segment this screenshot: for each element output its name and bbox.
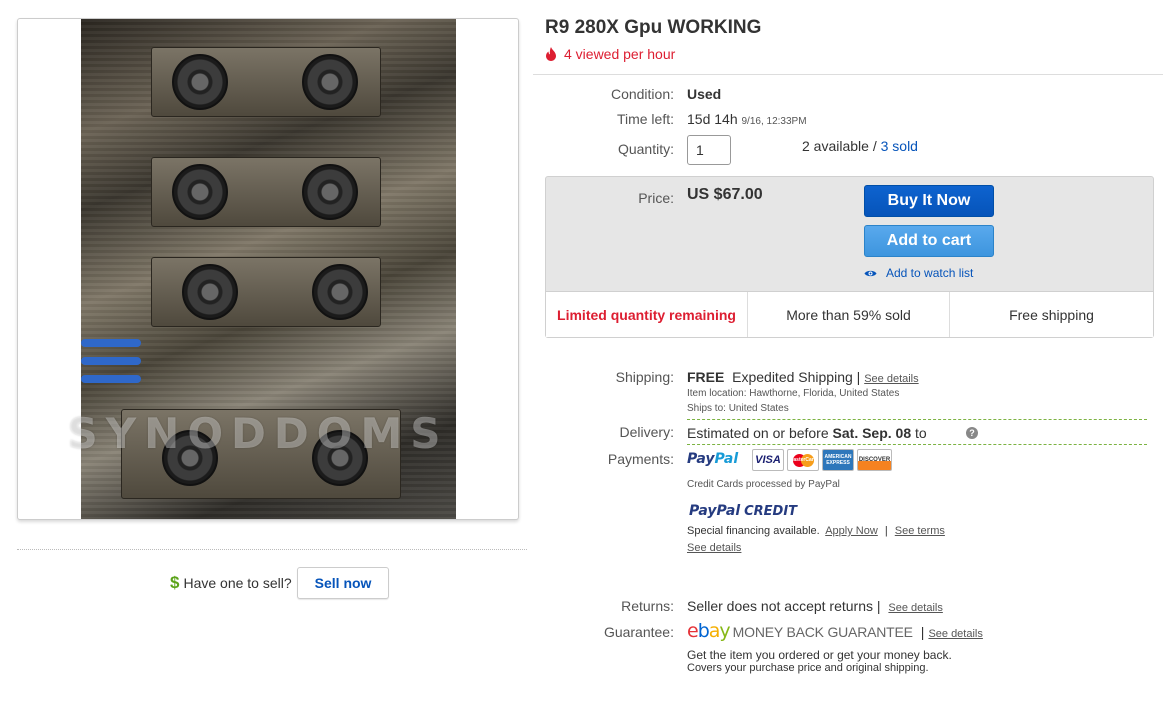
photo-cable (81, 375, 141, 383)
paypal-credit-logo-credit: CREDIT (744, 504, 798, 519)
sell-now-button[interactable]: Sell now (296, 567, 390, 599)
item-image-frame[interactable]: SYNODDOMS (17, 18, 519, 520)
see-terms-link[interactable]: See terms (895, 525, 945, 537)
paypal-logo-pal: Pal (714, 451, 739, 467)
delivery-divider-top (687, 419, 1147, 420)
payments-see-details-link[interactable]: See details (687, 542, 741, 554)
guarantee-bar: | (920, 624, 925, 640)
delivery-to: to (911, 425, 927, 441)
delivery-label: Delivery: (619, 424, 674, 440)
photo-cable (81, 339, 141, 347)
left-divider (17, 549, 527, 550)
guarantee-line-2: Covers your purchase price and original … (687, 662, 929, 674)
right-divider (533, 74, 1163, 75)
time-left-date: 9/16, 12:33PM (741, 116, 807, 127)
delivery-divider-bottom (687, 444, 1147, 445)
condition-label: Condition: (610, 86, 674, 102)
quantity-label: Quantity: (617, 141, 674, 157)
condition-value: Used (687, 86, 722, 102)
financing-bar: | (884, 525, 888, 537)
stat-free-shipping: Free shipping (1009, 306, 1094, 323)
stat-percent-sold: More than 59% sold (748, 292, 950, 337)
ebay-logo-a: a (708, 620, 721, 642)
availability: 2 available / 3 sold (802, 138, 918, 154)
price-value: US $67.00 (687, 186, 763, 203)
visa-card-icon: VISA (752, 449, 784, 471)
photo-fan (302, 54, 358, 110)
time-left-value: 15d 14h (687, 111, 738, 127)
add-to-watch-list-link[interactable]: Add to watch list (864, 266, 973, 280)
watch-label: Add to watch list (886, 266, 974, 280)
returns-see-details-link[interactable]: See details (888, 602, 942, 614)
price-label: Price: (638, 190, 674, 206)
item-location: Item location: Hawthorne, Florida, Unite… (687, 388, 900, 399)
shipping-label: Shipping: (615, 369, 674, 385)
delivery-help-icon[interactable]: ? (966, 427, 978, 439)
stat-limited-quantity: Limited quantity remaining (546, 292, 748, 337)
dollar-icon: $ (170, 573, 180, 592)
delivery-value: Estimated on or before Sat. Sep. 08 to (687, 425, 927, 441)
photo-gpu-2 (151, 157, 381, 227)
time-left: 15d 14h 9/16, 12:33PM (687, 111, 807, 127)
returns-bar: | (876, 598, 881, 614)
returns-value: Seller does not accept returns | See det… (687, 598, 943, 614)
time-left-label: Time left: (616, 111, 674, 127)
amex-card-icon: AMERICAN EXPRESS (822, 449, 854, 471)
paypal-credit-logo: PayPal CREDIT (689, 503, 797, 519)
photo-fan (302, 164, 358, 220)
returns-policy: Seller does not accept returns (687, 598, 873, 614)
ebay-logo-b: b (697, 620, 710, 642)
paypal-credit-logo-paypal: PayPal (689, 503, 741, 519)
mastercard-card-icon: MasterCard (787, 449, 819, 471)
listing-stats: Limited quantity remaining More than 59%… (546, 291, 1153, 337)
sell-row: $ Have one to sell? Sell now (170, 567, 390, 599)
ebay-logo-e: e (687, 620, 699, 642)
financing-text: Special financing available. (687, 525, 820, 537)
shipping-see-details-link[interactable]: See details (864, 373, 918, 385)
shipping-bar: | (856, 369, 861, 385)
sold-count-link[interactable]: 3 sold (881, 138, 918, 154)
delivery-date: Sat. Sep. 08 (832, 425, 912, 441)
listing-title: R9 280X Gpu WORKING (545, 17, 762, 38)
flame-icon (546, 47, 556, 61)
guarantee-see-details-link[interactable]: See details (928, 628, 982, 640)
quantity-input[interactable] (687, 135, 731, 165)
shipping-value: FREE Expedited Shipping | See details (687, 369, 919, 385)
photo-fan (172, 54, 228, 110)
sell-prompt: Have one to sell? (183, 575, 292, 591)
returns-label: Returns: (621, 598, 674, 614)
available-count: 2 available (802, 138, 869, 154)
viewed-text: 4 viewed per hour (564, 46, 676, 62)
add-to-cart-button[interactable]: Add to cart (864, 225, 994, 257)
photo-fan (172, 164, 228, 220)
image-watermark: SYNODDOMS (67, 409, 449, 458)
guarantee-line-1: Get the item you ordered or get your mon… (687, 648, 952, 662)
ships-to: Ships to: United States (687, 403, 789, 414)
guarantee-label: Guarantee: (603, 624, 674, 640)
buy-it-now-button[interactable]: Buy It Now (864, 185, 994, 217)
guarantee-value: ebay MONEY BACK GUARANTEE | See details (687, 620, 983, 642)
mastercard-label: MasterCard (789, 457, 817, 463)
money-back-guarantee: MONEY BACK GUARANTEE (732, 624, 913, 640)
eye-icon (864, 270, 877, 276)
viewed-per-hour: 4 viewed per hour (545, 46, 675, 62)
photo-fan (182, 264, 238, 320)
payments-label: Payments: (607, 451, 674, 467)
paypal-logo: PayPal (687, 451, 738, 467)
availability-separator: / (868, 138, 881, 154)
shipping-method: Expedited Shipping (732, 369, 853, 385)
ebay-logo-y: y (719, 620, 730, 642)
paypal-logo-pay: Pay (687, 451, 715, 467)
discover-card-icon: DISCOVER (857, 449, 892, 471)
photo-gpu-1 (151, 47, 381, 117)
photo-gpu-3 (151, 257, 381, 327)
photo-cable (81, 357, 141, 365)
shipping-free: FREE (687, 369, 725, 385)
delivery-text: Estimated on or before (687, 425, 833, 441)
financing-row: Special financing available. Apply Now |… (687, 525, 945, 537)
credit-cards-note: Credit Cards processed by PayPal (687, 479, 840, 490)
ebay-logo: ebay (687, 620, 731, 642)
photo-fan (312, 264, 368, 320)
apply-now-link[interactable]: Apply Now (825, 525, 878, 537)
